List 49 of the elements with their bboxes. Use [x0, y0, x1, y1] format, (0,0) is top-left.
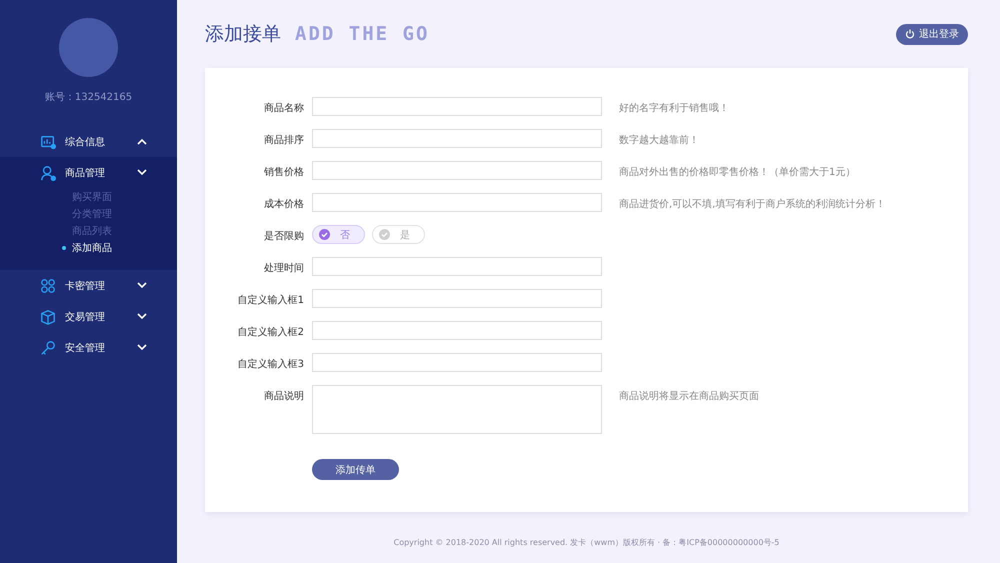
- input-field[interactable]: [312, 129, 602, 148]
- input-field[interactable]: [312, 97, 602, 116]
- field-label: 商品排序: [263, 134, 304, 147]
- page-subtitle: ADD THE GO: [295, 23, 430, 45]
- field-label: 自定义输入框1: [236, 294, 304, 307]
- grid-icon: [40, 278, 56, 294]
- menu-item[interactable]: 商品管理: [0, 157, 177, 188]
- input-field[interactable]: [312, 193, 602, 212]
- submenu-item[interactable]: 添加商品: [0, 239, 177, 256]
- input-field[interactable]: [312, 161, 602, 180]
- field-label: 自定义输入框3: [236, 358, 304, 371]
- menu-label: 安全管理: [65, 342, 106, 354]
- footer-copyright: Copyright © 2018-2020 All rights reserved. 发卡（wwm）版权所有 · 备：粤ICP备00000000000号-5: [392, 537, 780, 548]
- logout-button[interactable]: 退出登录: [896, 24, 968, 44]
- menu-item[interactable]: 安全管理: [0, 332, 177, 363]
- field-hint: 数字越大越靠前！: [619, 134, 699, 147]
- field-hint: 好的名字有利于销售哦！: [619, 102, 729, 115]
- check-icon: [319, 229, 330, 240]
- menu-label: 卡密管理: [65, 280, 106, 292]
- input-field[interactable]: [312, 353, 602, 372]
- menu-item[interactable]: 综合信息: [0, 126, 177, 157]
- input-field[interactable]: [312, 321, 602, 340]
- field-hint: 商品对外出售的价格即零售价格！（单价需大于1元）: [619, 166, 856, 179]
- field-label: 处理时间: [263, 262, 304, 275]
- user-icon: [40, 164, 56, 180]
- menu-item[interactable]: 卡密管理: [0, 270, 177, 301]
- field-label: 销售价格: [263, 166, 304, 179]
- menu-label: 商品管理: [65, 166, 106, 180]
- check-icon: [379, 229, 390, 240]
- field-hint: 商品进货价,可以不填,填写有利于商户系统的利润统计分析！: [619, 198, 886, 211]
- box-icon: [40, 308, 56, 324]
- input-field[interactable]: [312, 289, 602, 308]
- field-label: 商品名称: [263, 102, 304, 115]
- power-icon: [905, 29, 915, 39]
- field-label: 商品说明: [263, 390, 304, 403]
- chart-icon: [40, 134, 56, 150]
- input-field[interactable]: [312, 257, 602, 276]
- menu-label: 综合信息: [65, 136, 106, 148]
- submit-button[interactable]: 添加传单: [312, 459, 399, 480]
- menu-item[interactable]: 交易管理: [0, 301, 177, 332]
- field-label: 自定义输入框2: [236, 326, 304, 339]
- field-label: 是否限购: [263, 230, 304, 243]
- key-icon: [40, 340, 56, 356]
- field-label: 成本价格: [263, 198, 304, 211]
- field-hint: 商品说明将显示在商品购买页面: [619, 390, 759, 403]
- account-label: 账号：132542165: [44, 90, 134, 104]
- page-title: 添加接单: [205, 22, 281, 47]
- textarea-field[interactable]: [312, 385, 602, 434]
- menu-label: 交易管理: [65, 310, 106, 324]
